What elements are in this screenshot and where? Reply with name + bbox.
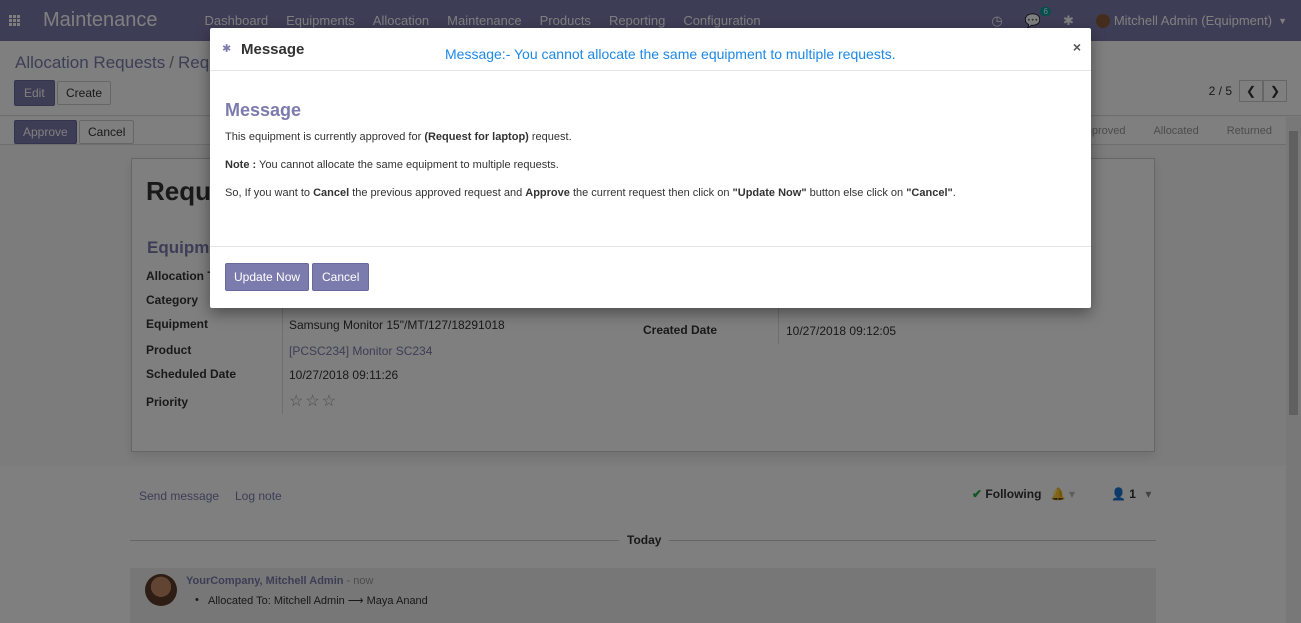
dialog-title: Message: [241, 41, 305, 58]
close-icon[interactable]: ×: [1073, 39, 1081, 55]
bug-icon: ✱: [222, 43, 232, 55]
dialog-line-2: Note : You cannot allocate the same equi…: [225, 159, 559, 171]
dialog-banner: Message:- You cannot allocate the same e…: [445, 46, 896, 62]
dialog-line-3: So, If you want to Cancel the previous a…: [225, 187, 956, 199]
dialog-footer: Update Now Cancel: [210, 246, 1091, 308]
message-dialog: ✱ Message Message:- You cannot allocate …: [210, 28, 1091, 308]
dialog-header: ✱ Message Message:- You cannot allocate …: [210, 28, 1091, 71]
update-now-button[interactable]: Update Now: [225, 263, 310, 291]
dialog-cancel-button[interactable]: Cancel: [312, 263, 370, 291]
dialog-line-1: This equipment is currently approved for…: [225, 131, 572, 143]
dialog-heading: Message: [225, 100, 302, 120]
